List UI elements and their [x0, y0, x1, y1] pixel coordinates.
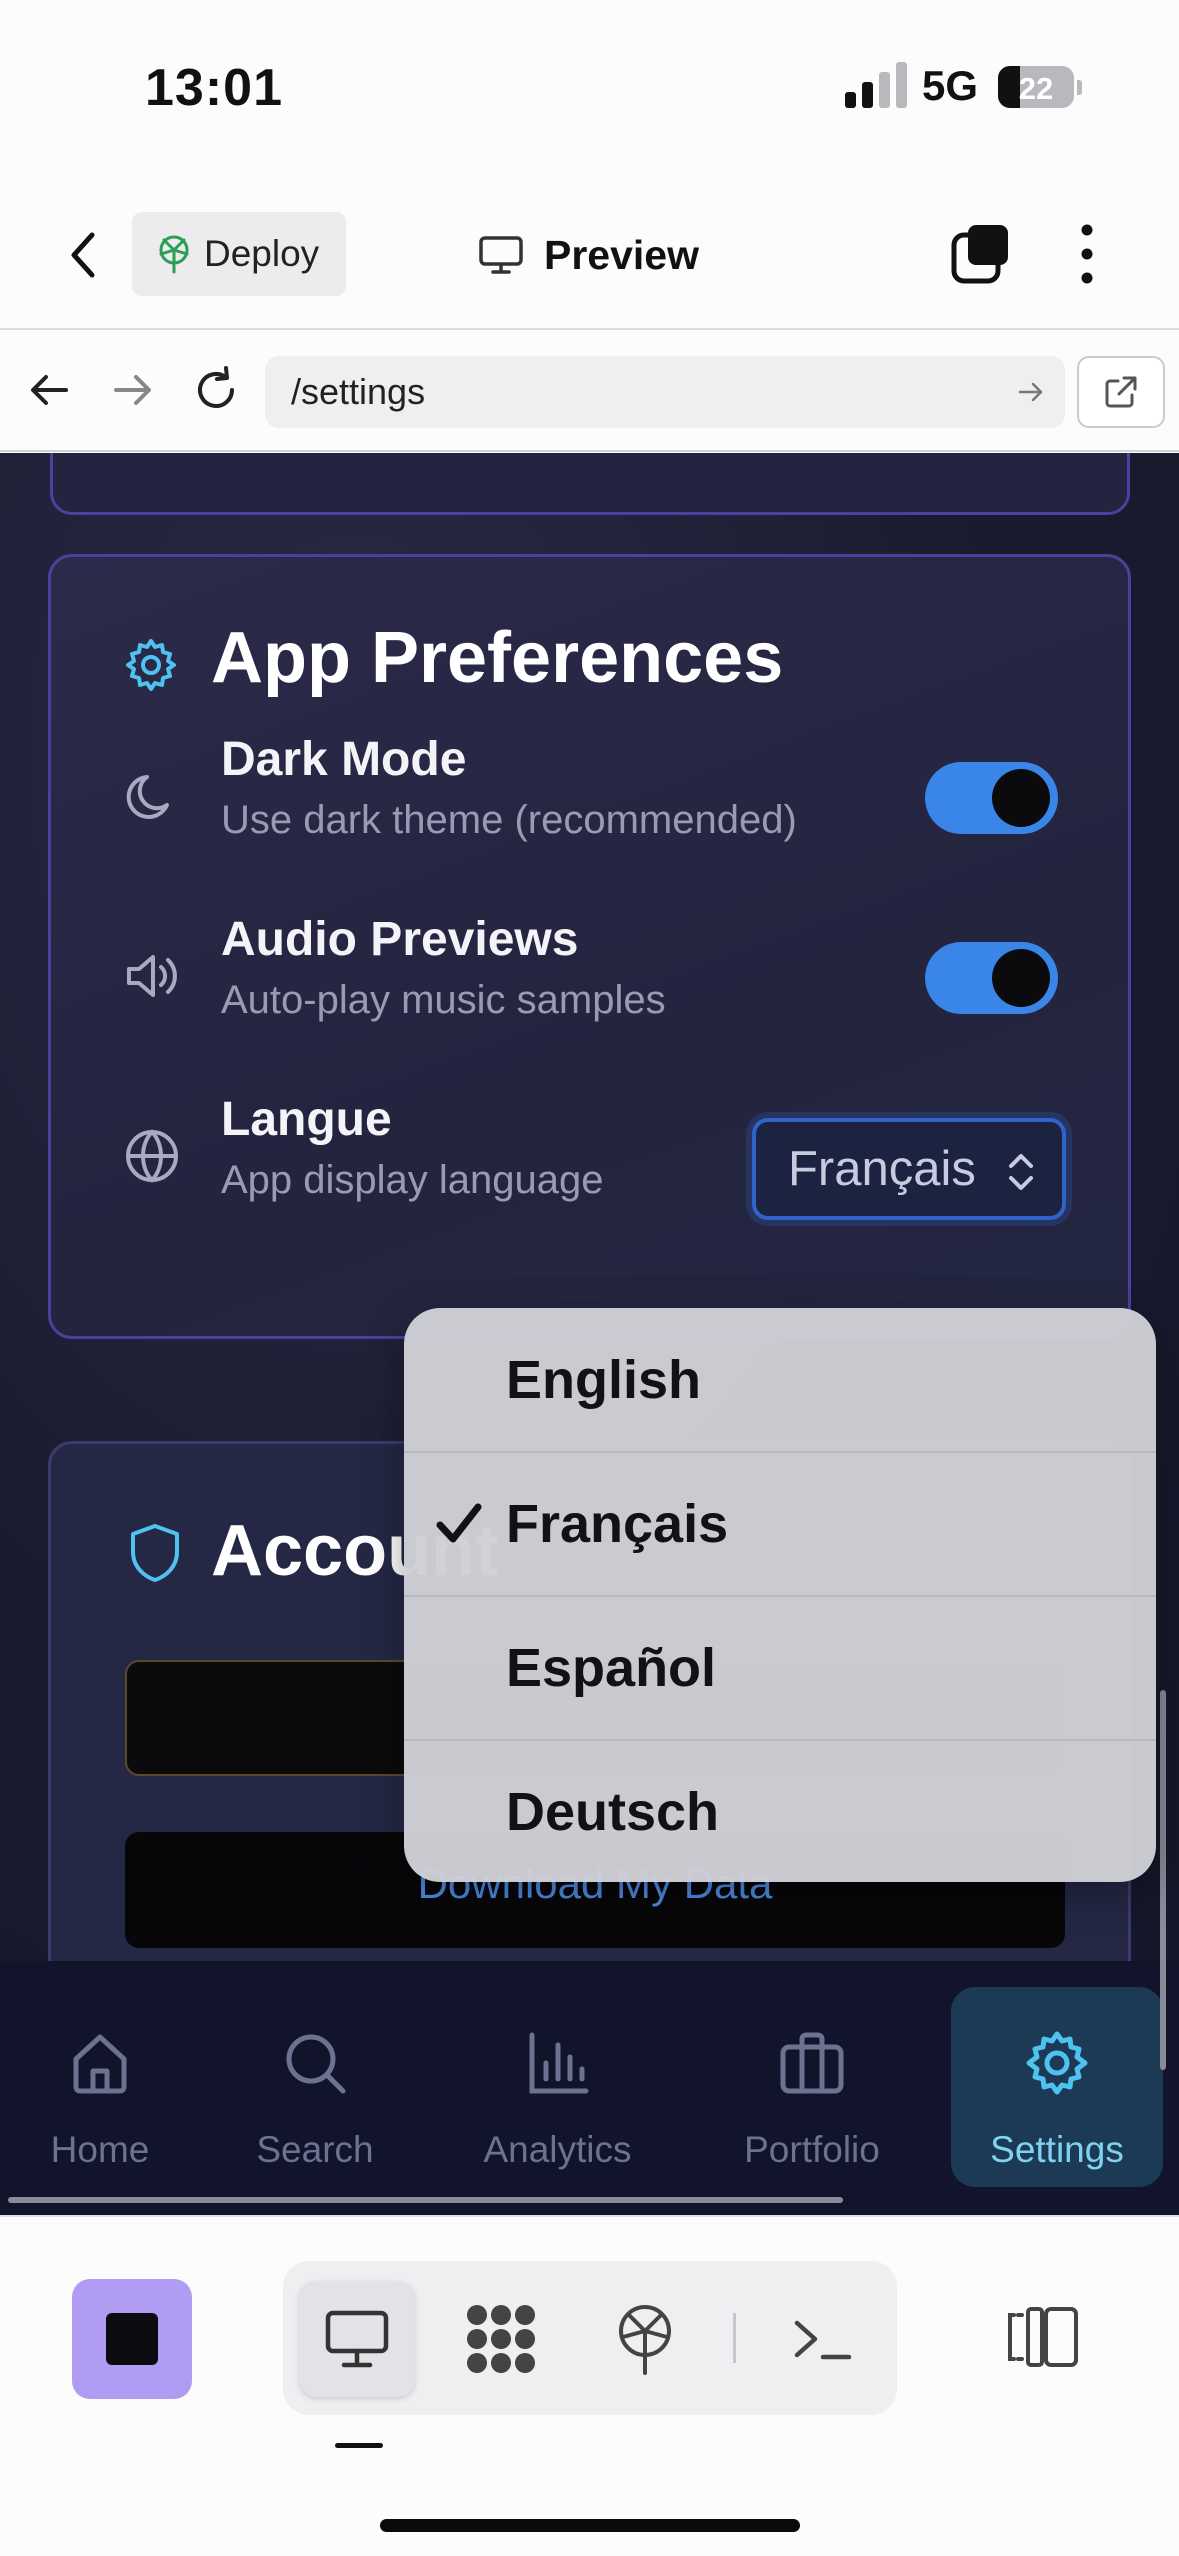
stop-button[interactable]	[72, 2279, 192, 2399]
language-description: App display language	[221, 1158, 604, 1202]
dark-mode-row: Dark Mode Use dark theme (recommended)	[51, 732, 1131, 882]
network-label: 5G	[922, 62, 979, 109]
more-options-icon[interactable]	[1072, 221, 1102, 287]
audio-previews-row: Audio Previews Auto-play music samples	[51, 912, 1131, 1062]
url-input[interactable]: /settings	[265, 356, 1065, 428]
deploy-icon	[619, 2305, 671, 2375]
back-chevron-icon[interactable]	[60, 225, 110, 285]
language-label: Langue	[221, 1093, 392, 1146]
battery-level: 22	[1018, 71, 1054, 106]
language-option-label: Français	[506, 1493, 729, 1554]
tab-analytics-label: Analytics	[483, 2129, 632, 2170]
tab-portfolio-label: Portfolio	[744, 2129, 880, 2170]
updown-chevron-icon	[1009, 1154, 1033, 1190]
language-option-english[interactable]: English	[404, 1308, 1156, 1451]
grid-blob-icon	[467, 2305, 535, 2373]
bar-chart-icon	[529, 2032, 588, 2094]
console-mode-button[interactable]	[765, 2281, 881, 2397]
integrations-mode-button[interactable]	[443, 2281, 559, 2397]
split-view-icon[interactable]	[1008, 2305, 1080, 2369]
dark-mode-label: Dark Mode	[221, 733, 467, 786]
monitor-icon	[325, 2310, 389, 2368]
status-bar: 13:01 5G 22	[0, 0, 1179, 175]
dark-mode-description: Use dark theme (recommended)	[221, 798, 797, 842]
toolbar-divider	[733, 2313, 736, 2363]
checkmark-icon	[436, 1503, 482, 1543]
monitor-icon	[479, 236, 523, 274]
language-option-deutsch[interactable]: Deutsch	[404, 1739, 1156, 1882]
browser-back-icon[interactable]	[22, 362, 78, 418]
previous-card	[50, 453, 1130, 515]
editor-toolbar	[0, 2215, 1179, 2556]
tabs-stack-icon[interactable]	[950, 223, 1012, 285]
external-link-icon	[1105, 376, 1137, 408]
go-arrow-icon[interactable]	[1015, 376, 1047, 408]
signal-icon	[845, 62, 907, 108]
view-mode-group	[283, 2261, 897, 2415]
preview-tab[interactable]: Preview	[478, 225, 699, 285]
reload-icon[interactable]	[188, 362, 244, 418]
language-option-espanol[interactable]: Español	[404, 1595, 1156, 1738]
globe-icon	[126, 1129, 178, 1183]
tab-settings[interactable]: Settings	[951, 1987, 1163, 2187]
open-external-button[interactable]	[1077, 356, 1165, 428]
language-menu: English Français Español Deutsch	[404, 1308, 1156, 1882]
deploy-mode-button[interactable]	[587, 2281, 703, 2397]
tab-settings-label: Settings	[990, 2129, 1124, 2170]
horizontal-scrollbar[interactable]	[8, 2197, 843, 2203]
briefcase-icon	[780, 2032, 844, 2094]
search-icon	[286, 2034, 346, 2094]
tab-search[interactable]: Search	[215, 1987, 415, 2187]
gear-icon	[126, 639, 176, 691]
preview-mode-button[interactable]	[299, 2281, 415, 2397]
app-preferences-card: App Preferences Dark Mode Use dark theme…	[48, 554, 1131, 1339]
terminal-icon	[794, 2320, 852, 2360]
audio-previews-toggle[interactable]	[925, 942, 1058, 1014]
moon-icon	[126, 775, 169, 819]
language-option-francais[interactable]: Français	[404, 1451, 1156, 1594]
audio-previews-label: Audio Previews	[221, 913, 579, 966]
tab-analytics[interactable]: Analytics	[455, 1987, 660, 2187]
deploy-button[interactable]: Deploy	[132, 212, 346, 296]
language-row: Langue App display language Français	[51, 1092, 1131, 1242]
gear-icon	[1026, 2031, 1088, 2095]
tab-home[interactable]: Home	[0, 1987, 200, 2187]
language-option-label: English	[506, 1349, 702, 1410]
language-option-label: Español	[506, 1637, 717, 1698]
home-indicator[interactable]	[380, 2519, 800, 2532]
section-title: App Preferences	[211, 618, 784, 698]
editor-header: Deploy Preview	[0, 175, 1179, 330]
browser-bar: /settings	[0, 332, 1179, 452]
deploy-icon	[159, 235, 189, 274]
deploy-label: Deploy	[204, 233, 320, 274]
battery-cap	[1077, 80, 1082, 95]
shield-icon	[131, 1524, 179, 1582]
preview-label: Preview	[544, 231, 699, 278]
language-option-label: Deutsch	[506, 1781, 720, 1842]
speaker-icon	[127, 955, 177, 997]
tab-portfolio[interactable]: Portfolio	[712, 1987, 912, 2187]
url-text: /settings	[291, 371, 426, 412]
tab-search-label: Search	[256, 2129, 374, 2170]
language-select-value: Français	[788, 1142, 976, 1196]
active-mode-indicator	[335, 2443, 383, 2448]
tab-home-label: Home	[50, 2129, 150, 2170]
stop-icon	[106, 2313, 158, 2365]
battery-icon: 22	[998, 66, 1074, 108]
dark-mode-toggle[interactable]	[925, 762, 1058, 834]
app-tab-bar: Home Search Analytics Portfolio Settings	[0, 1961, 1179, 2215]
audio-previews-description: Auto-play music samples	[221, 978, 666, 1022]
status-time: 13:01	[145, 59, 283, 117]
browser-forward-icon[interactable]	[104, 362, 160, 418]
home-icon	[73, 2034, 127, 2094]
vertical-scrollbar[interactable]	[1160, 1690, 1166, 2070]
language-select[interactable]: Français	[752, 1118, 1066, 1220]
